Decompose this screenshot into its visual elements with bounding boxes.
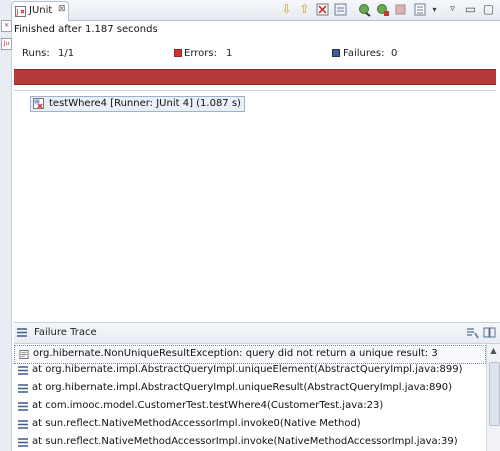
failure-trace-title: Failure Trace <box>34 327 97 338</box>
test-tree: testWhere4 [Runner: JUnit 4] (1.087 s) <box>14 90 496 319</box>
test-tree-item[interactable]: testWhere4 [Runner: JUnit 4] (1.087 s) <box>30 96 245 112</box>
stack-frame-icon <box>18 366 28 375</box>
stack-frame-icon <box>18 438 28 447</box>
stop-icon <box>393 2 408 17</box>
test-error-icon <box>33 98 44 109</box>
trace-line[interactable]: at sun.reflect.NativeMethodAccessorImpl.… <box>14 434 486 451</box>
view-tab-bar: J JUnit ⊠ ⇩ ⇧ ▾ ▿ ▭ ▢ <box>11 0 500 21</box>
trace-line[interactable]: at org.hibernate.impl.AbstractQueryImpl.… <box>14 380 486 397</box>
failure-icon <box>332 49 340 57</box>
chevron-down-icon[interactable]: ▾ <box>427 2 442 17</box>
failure-trace-list: org.hibernate.NonUniqueResultException: … <box>14 344 486 451</box>
trace-line[interactable]: at sun.reflect.NativeMethodAccessorImpl.… <box>14 416 486 433</box>
scroll-up-arrow-icon[interactable]: ▲ <box>489 346 498 355</box>
next-failure-icon[interactable]: ⇩ <box>279 2 294 17</box>
rerun-failed-first-icon[interactable] <box>375 2 390 17</box>
exception-icon <box>19 350 29 359</box>
failures-label: Failures: <box>343 48 385 59</box>
stack-frame-icon <box>18 420 28 429</box>
close-icon[interactable]: ⊠ <box>58 4 66 14</box>
junit-view-icon-alt[interactable]: Ju <box>1 38 12 50</box>
errors-label: Errors: <box>184 48 217 59</box>
finished-status: Finished after 1.187 seconds <box>14 24 158 35</box>
maximize-icon[interactable]: ▢ <box>481 2 496 17</box>
scroll-thumb[interactable] <box>489 362 500 426</box>
trace-line-text: at com.imooc.model.CustomerTest.testWher… <box>32 400 384 411</box>
junit-icon: J <box>15 6 26 17</box>
failure-trace-header: Failure Trace <box>14 322 500 344</box>
trace-line-text: at sun.reflect.NativeMethodAccessorImpl.… <box>32 418 361 429</box>
view-menu-icon[interactable]: ▿ <box>445 2 460 17</box>
show-failures-only-icon[interactable] <box>315 2 330 17</box>
test-label: testWhere4 [Runner: JUnit 4] (1.087 s) <box>49 98 241 109</box>
runs-value: 1/1 <box>58 48 75 59</box>
history-icon[interactable] <box>413 2 428 17</box>
runs-label: Runs: <box>22 48 50 59</box>
tab-label: JUnit <box>29 5 53 16</box>
progress-bar <box>14 69 496 85</box>
errors-value: 1 <box>226 48 233 59</box>
rerun-icon[interactable] <box>357 2 372 17</box>
compare-result-icon[interactable] <box>483 327 496 339</box>
trace-scrollbar[interactable]: ▲ <box>486 344 500 451</box>
junit-view-icon[interactable]: ✕ <box>1 20 12 32</box>
error-icon <box>174 49 182 57</box>
trace-line-text: org.hibernate.NonUniqueResultException: … <box>33 348 438 359</box>
stack-frame-icon <box>18 402 28 411</box>
left-view-gutter: ✕ Ju <box>0 0 12 451</box>
junit-tab[interactable]: J JUnit ⊠ <box>11 1 69 21</box>
stack-trace-icon <box>17 328 27 337</box>
filter-stack-icon[interactable] <box>466 327 479 339</box>
trace-line-text: at org.hibernate.impl.AbstractQueryImpl.… <box>32 382 453 393</box>
trace-line[interactable]: at org.hibernate.impl.AbstractQueryImpl.… <box>14 362 486 379</box>
stack-frame-icon <box>18 384 28 393</box>
minimize-icon[interactable]: ▭ <box>463 2 478 17</box>
failures-value: 0 <box>391 48 398 59</box>
svg-text:J: J <box>16 8 19 16</box>
trace-line-text: at org.hibernate.impl.AbstractQueryImpl.… <box>32 364 463 375</box>
trace-line[interactable]: at com.imooc.model.CustomerTest.testWher… <box>14 398 486 415</box>
scroll-lock-icon[interactable] <box>333 2 348 17</box>
trace-line-text: at sun.reflect.NativeMethodAccessorImpl.… <box>32 436 458 447</box>
previous-failure-icon[interactable]: ⇧ <box>297 2 312 17</box>
